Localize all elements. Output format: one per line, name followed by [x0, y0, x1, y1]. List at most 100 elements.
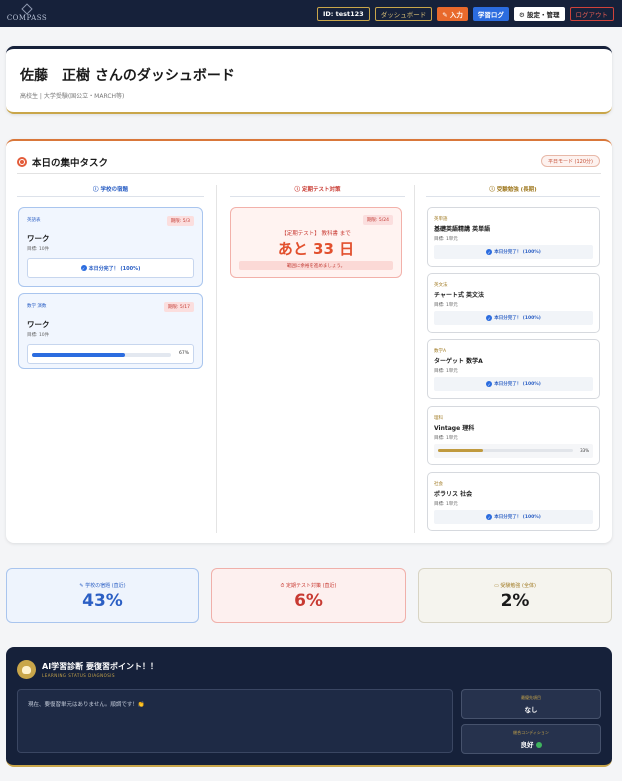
- stat-value: 43%: [82, 591, 123, 611]
- complete-label: 本日分完了！ (100%): [494, 382, 541, 387]
- task-complete-status: ✓ 本日分完了！ (100%): [27, 258, 194, 278]
- progress-bar-fill: [32, 353, 126, 357]
- settings-button[interactable]: ⚙ 設定・管理: [513, 6, 565, 21]
- condition-box: 総合コンディション 良好: [461, 724, 601, 754]
- task-title: ターゲット 数学A: [434, 358, 483, 365]
- exam-task-card[interactable]: 英文法 チャート式 英文法 目標: 1単元 ✓ 本日分完了！ (100%): [427, 273, 600, 333]
- divider: [17, 196, 204, 197]
- logo-text: COMPASS: [6, 14, 48, 22]
- nav-buttons: ID: test123 ダッシュボード ✎ 入力 学習ログ ⚙ 設定・管理 ログ…: [316, 6, 614, 21]
- stat-value: 6%: [294, 591, 323, 611]
- countdown-message: 範囲に余裕を進めましょう。: [239, 261, 393, 270]
- dashboard-button[interactable]: ダッシュボード: [374, 6, 433, 21]
- exam-task-card[interactable]: 社会 ポラリス 社会 目標: 1単元 ✓ 本日分完了！ (100%): [427, 472, 600, 531]
- task-progress: 67%: [27, 344, 194, 364]
- complete-label: 本日分完了！ (100%): [494, 250, 541, 255]
- stat-label: ▭ 受験勉強 (全体): [494, 583, 536, 589]
- due-badge: 期限: 5/24: [362, 215, 393, 225]
- priority-item-box: 最優先項目 なし: [461, 689, 601, 719]
- ai-title: AI学習診断 要復習ポイント！！: [42, 662, 158, 671]
- task-subject: 理科: [434, 416, 443, 421]
- task-title: 基礎英語精講 英単語: [434, 226, 491, 233]
- tasks-title: 本日の集中タスク: [32, 158, 109, 169]
- check-icon: ✓: [486, 381, 493, 387]
- logout-button[interactable]: ログアウト: [569, 6, 614, 21]
- progress-percent: 67%: [178, 351, 189, 356]
- task-complete-status: ✓ 本日分完了！ (100%): [434, 245, 593, 259]
- focus-tasks-panel: 本日の集中タスク 平日モード (120分) ⓘ 学校の宿題 ⓘ 定期テスト対策 …: [6, 139, 612, 543]
- complete-label: 本日分完了！ (100%): [88, 265, 141, 272]
- study-log-button[interactable]: 学習ログ: [472, 6, 509, 21]
- stat-school-homework: ✎ 学校の宿題 (直近) 43%: [6, 568, 199, 623]
- check-icon: ✓: [486, 249, 493, 255]
- school-task-card[interactable]: 数学 演数 期限: 5/17 ワーク 目標: 10件 67%: [18, 293, 203, 369]
- task-progress: 33%: [434, 444, 593, 458]
- target-icon: [17, 157, 27, 167]
- task-title: ワーク: [27, 234, 50, 243]
- dashboard-header: 佐藤 正樹 さんのダッシュボード 高校生 | 大学受験(国公立・MARCH等): [6, 46, 612, 114]
- check-icon: ✓: [486, 514, 493, 520]
- task-target: 目標: 1単元: [434, 237, 458, 242]
- column-heading-exam: ⓘ 受験勉強 (長期): [489, 187, 537, 193]
- progress-track: [32, 353, 171, 357]
- stat-label: ⏱ 定期テスト対策 (直近): [280, 583, 337, 589]
- progress-percent: 33%: [580, 448, 589, 453]
- status-dot-icon: [535, 742, 542, 748]
- divider: [426, 196, 600, 197]
- school-task-card[interactable]: 英語表 期限: 5/3 ワーク 目標: 10件 ✓ 本日分完了！ (100%): [18, 207, 203, 287]
- task-subject: 数学A: [434, 349, 447, 354]
- user-id-badge: ID: test123: [316, 6, 370, 21]
- countdown-days: あと 33 日: [277, 240, 355, 258]
- stat-label: ✎ 学校の宿題 (直近): [79, 583, 126, 589]
- mode-badge[interactable]: 平日モード (120分): [540, 155, 600, 167]
- progress-bar-fill: [438, 449, 483, 452]
- exam-task-card[interactable]: 数学A ターゲット 数学A 目標: 1単元 ✓ 本日分完了！ (100%): [427, 339, 600, 399]
- condition-text: 良好: [520, 741, 534, 749]
- stat-value: 2%: [500, 591, 530, 611]
- task-target: 目標: 10件: [27, 247, 50, 252]
- task-complete-status: ✓ 本日分完了！ (100%): [434, 311, 593, 325]
- top-nav-bar: COMPASS ID: test123 ダッシュボード ✎ 入力 学習ログ ⚙ …: [0, 0, 622, 27]
- priority-value: なし: [524, 706, 538, 714]
- condition-label: 総合コンディション: [513, 730, 549, 735]
- task-target: 目標: 1単元: [434, 303, 458, 308]
- stat-test-prep: ⏱ 定期テスト対策 (直近) 6%: [211, 568, 406, 623]
- exam-countdown-card[interactable]: 期限: 5/24 【定期テスト】 教科書 まで あと 33 日 範囲に余裕を進め…: [230, 207, 402, 278]
- task-subject: 英単語: [434, 217, 448, 222]
- task-subject: 数学 演数: [27, 304, 47, 309]
- task-subject: 社会: [434, 482, 443, 487]
- check-icon: ✓: [80, 265, 87, 271]
- countdown-label: 【定期テスト】 教科書 まで: [281, 231, 351, 237]
- ai-message: 現在、要復習単元はありません。順調です！👏: [17, 689, 453, 753]
- compass-logo[interactable]: COMPASS: [6, 3, 48, 22]
- divider: [17, 173, 601, 174]
- ai-subtitle: LEARNING STATUS DIAGNOSIS: [42, 673, 116, 678]
- brain-icon: [17, 660, 36, 679]
- task-title: チャート式 英文法: [434, 292, 485, 299]
- exam-task-card[interactable]: 理科 Vintage 理科 目標: 1単元 33%: [427, 406, 600, 465]
- priority-label: 最優先項目: [521, 695, 541, 700]
- task-title: ポラリス 社会: [434, 491, 473, 498]
- input-button[interactable]: ✎ 入力: [437, 6, 468, 21]
- compass-icon: [21, 3, 33, 15]
- complete-label: 本日分完了！ (100%): [494, 316, 541, 321]
- exam-task-card[interactable]: 英単語 基礎英語精講 英単語 目標: 1単元 ✓ 本日分完了！ (100%): [427, 207, 600, 267]
- due-badge: 期限: 5/3: [166, 216, 194, 226]
- stat-exam-study: ▭ 受験勉強 (全体) 2%: [418, 568, 612, 623]
- due-badge: 期限: 5/17: [163, 302, 194, 312]
- tasks-heading: 本日の集中タスク: [17, 155, 108, 169]
- divider: [230, 196, 405, 197]
- task-target: 目標: 1単元: [434, 436, 458, 441]
- column-heading-test: ⓘ 定期テスト対策: [294, 187, 341, 193]
- column-heading-school: ⓘ 学校の宿題: [93, 187, 128, 193]
- task-target: 目標: 1単元: [434, 502, 458, 507]
- condition-value: 良好: [462, 739, 600, 749]
- task-title: ワーク: [27, 320, 50, 329]
- task-target: 目標: 10件: [27, 333, 50, 338]
- ai-diagnosis-panel: AI学習診断 要復習ポイント！！ LEARNING STATUS DIAGNOS…: [6, 647, 612, 767]
- check-icon: ✓: [486, 315, 493, 321]
- page-title: 佐藤 正樹 さんのダッシュボード: [20, 68, 235, 84]
- column-divider: [216, 185, 217, 533]
- task-subject: 英文法: [434, 283, 448, 288]
- task-target: 目標: 1単元: [434, 369, 458, 374]
